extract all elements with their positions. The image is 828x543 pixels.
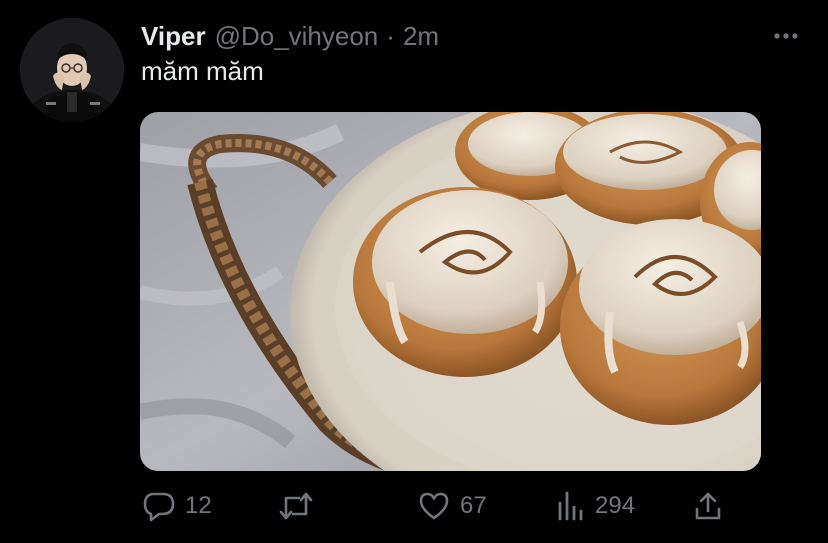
views-button[interactable]: 294 — [556, 486, 635, 526]
user-handle[interactable]: @Do_vihyeon — [215, 21, 379, 52]
share-button[interactable] — [693, 486, 732, 526]
reply-icon — [143, 492, 175, 522]
retweet-button[interactable] — [278, 486, 323, 526]
avatar[interactable] — [20, 18, 124, 122]
like-count: 67 — [460, 492, 487, 519]
tweet-text: măm măm — [141, 56, 264, 86]
tweet-media-image[interactable] — [140, 112, 761, 471]
more-options-button[interactable] — [772, 22, 800, 50]
like-button[interactable]: 67 — [417, 486, 487, 526]
share-icon — [695, 492, 721, 520]
separator-dot: · — [386, 20, 395, 51]
display-name[interactable]: Viper — [141, 21, 206, 52]
timestamp[interactable]: 2m — [403, 21, 439, 52]
tweet[interactable]: Viper @Do_vihyeon · 2m măm măm 12 67 294 — [0, 0, 828, 543]
views-count: 294 — [595, 492, 636, 519]
more-horizontal-icon — [774, 33, 798, 39]
tweet-header: Viper @Do_vihyeon · 2m — [141, 19, 439, 53]
views-icon — [558, 491, 583, 521]
retweet-icon — [279, 492, 313, 520]
reply-count: 12 — [185, 492, 212, 519]
heart-icon — [419, 492, 449, 520]
reply-button[interactable]: 12 — [142, 486, 212, 526]
tweet-actions: 12 67 294 — [0, 486, 828, 526]
